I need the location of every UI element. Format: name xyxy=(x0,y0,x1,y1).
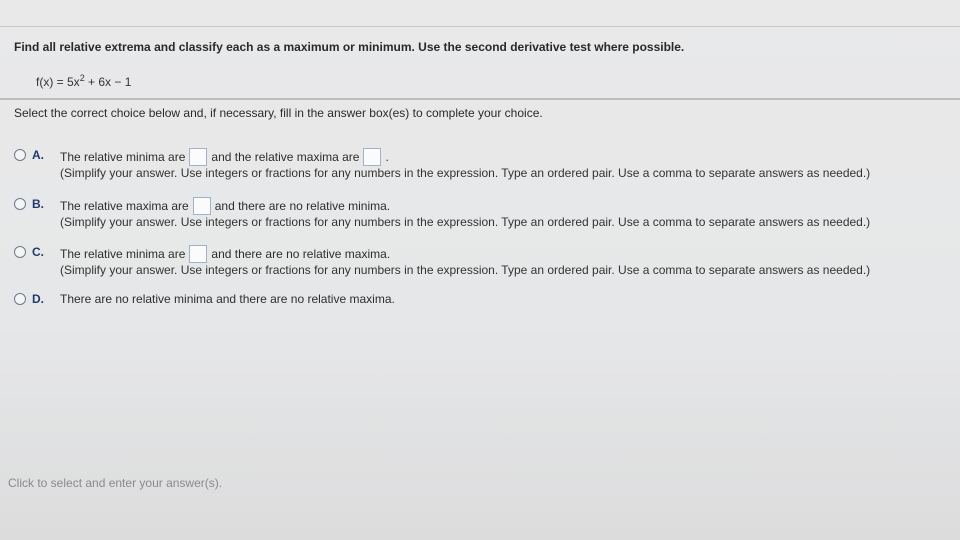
choice-text: The relative minima are xyxy=(60,247,186,261)
choice-hint: (Simplify your answer. Use integers or f… xyxy=(60,215,871,229)
answer-box-maxima[interactable] xyxy=(363,148,382,166)
top-divider xyxy=(0,26,960,27)
choice-text: There are no relative minima and there a… xyxy=(60,292,395,306)
answer-box-maxima[interactable] xyxy=(192,197,211,215)
choice-text: The relative maxima are xyxy=(60,199,189,213)
choice-letter: A. xyxy=(32,148,44,162)
choice-text: and there are no relative minima. xyxy=(214,199,391,213)
choice-d-statement: There are no relative minima and there a… xyxy=(60,292,395,306)
radio-button-a[interactable] xyxy=(14,149,26,161)
choice-letter: D. xyxy=(32,292,44,306)
choice-hint: (Simplify your answer. Use integers or f… xyxy=(60,263,871,277)
choice-text: The relative minima are xyxy=(60,150,186,164)
function-rhs: + 6x − 1 xyxy=(84,75,132,89)
choice-b-statement: The relative maxima are and there are no … xyxy=(60,197,390,215)
radio-button-b[interactable] xyxy=(14,198,26,210)
choice-text-end: . xyxy=(385,150,389,164)
choice-c-statement: The relative minima are and there are no … xyxy=(60,245,390,263)
choice-a-statement: The relative minima are and the relative … xyxy=(60,148,389,166)
choice-letter: B. xyxy=(32,197,44,211)
radio-button-d[interactable] xyxy=(14,293,26,305)
choice-letter: C. xyxy=(32,245,44,259)
answer-box-minima[interactable] xyxy=(189,245,208,263)
choice-text: and there are no relative maxima. xyxy=(211,247,391,261)
choice-hint: (Simplify your answer. Use integers or f… xyxy=(60,166,871,180)
function-lhs: f(x) = 5x xyxy=(36,75,80,89)
question-prompt: Find all relative extrema and classify e… xyxy=(14,40,685,54)
radio-button-c[interactable] xyxy=(14,246,26,258)
footer-hint: Click to select and enter your answer(s)… xyxy=(8,476,223,490)
choice-text: and the relative maxima are xyxy=(211,150,360,164)
section-divider xyxy=(0,98,960,100)
function-expression: f(x) = 5x2 + 6x − 1 xyxy=(36,73,131,89)
answer-box-minima[interactable] xyxy=(189,148,208,166)
instruction-text: Select the correct choice below and, if … xyxy=(14,106,543,120)
